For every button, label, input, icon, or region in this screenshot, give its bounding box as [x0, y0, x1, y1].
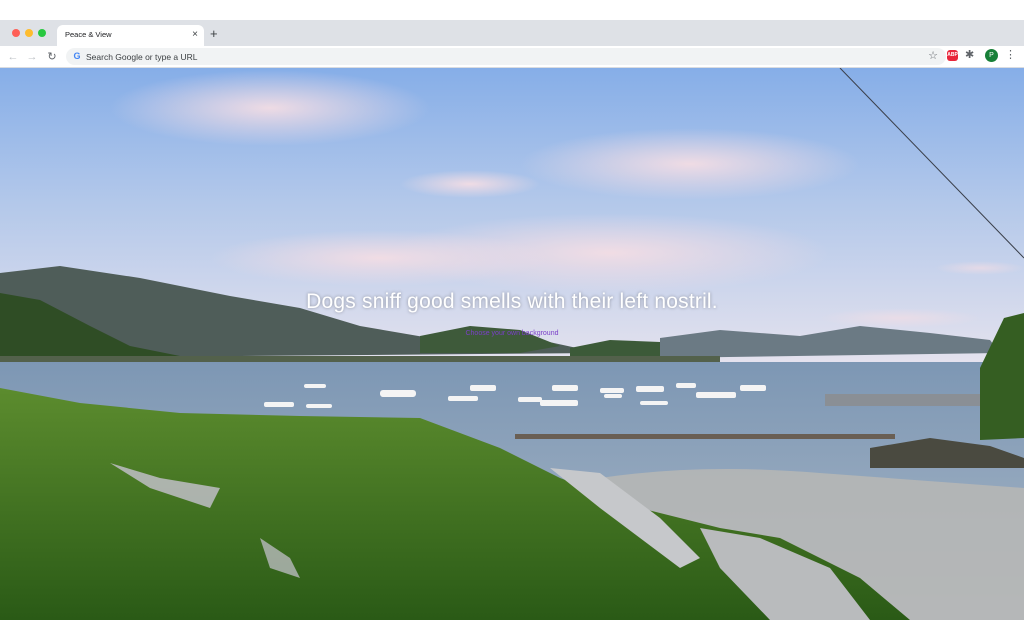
choose-background-link-label[interactable]: Choose your own background	[465, 330, 558, 337]
tab-strip: Peace & View × +	[0, 20, 1024, 46]
close-window-button[interactable]	[12, 29, 20, 37]
quote-text: Dogs sniff good smells with their left n…	[306, 290, 718, 313]
google-icon: G	[73, 51, 81, 61]
close-tab-icon[interactable]: ×	[192, 28, 198, 42]
reload-icon[interactable]: ↻	[45, 50, 59, 64]
star-icon[interactable]: ☆	[928, 50, 938, 63]
kebab-menu-icon[interactable]: ⋮	[1005, 48, 1016, 62]
adblock-icon[interactable]: ABP	[947, 50, 958, 61]
new-tab-button[interactable]: +	[210, 27, 218, 40]
arrow-right-icon[interactable]: →	[25, 50, 39, 64]
background-photo	[0, 68, 1024, 620]
new-tab-page: Dogs sniff good smells with their left n…	[0, 68, 1024, 620]
tab-title: Peace & View	[65, 30, 112, 39]
browser-window: Peace & View × + ← → ↻ G ☆ ABP ✱ P ⋮	[0, 20, 1024, 620]
search-input[interactable]	[86, 48, 786, 65]
screen: Peace & View × + ← → ↻ G ☆ ABP ✱ P ⋮	[0, 0, 1024, 640]
maximize-window-button[interactable]	[38, 29, 46, 37]
arrow-left-icon[interactable]: ←	[6, 50, 20, 64]
omnibox[interactable]: G ☆	[66, 48, 946, 65]
puzzle-icon[interactable]: ✱	[965, 48, 974, 62]
toolbar: ← → ↻ G ☆	[0, 46, 1024, 68]
tab-peace-and-view[interactable]: Peace & View ×	[57, 25, 204, 46]
minimize-window-button[interactable]	[25, 29, 33, 37]
avatar[interactable]: P	[985, 49, 998, 62]
choose-background-link[interactable]: Choose your own background	[0, 330, 1024, 337]
